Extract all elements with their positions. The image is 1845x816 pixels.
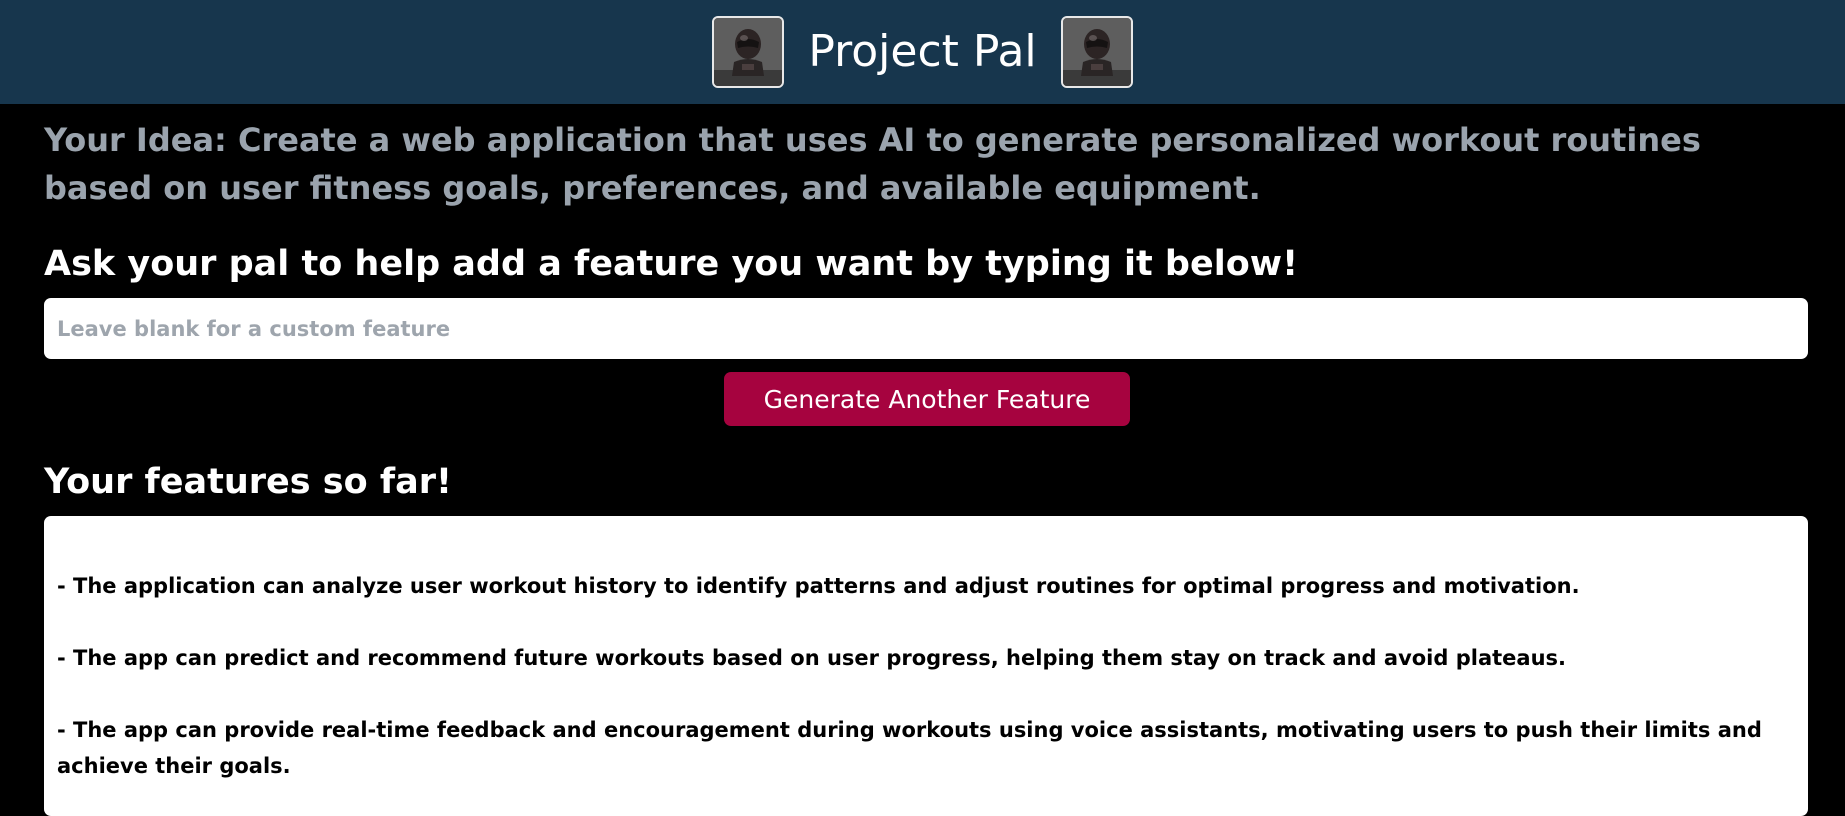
header-title-group: Project Pal bbox=[712, 16, 1133, 88]
feature-item: - The application can analyze user worko… bbox=[57, 574, 1580, 598]
features-list: - The application can analyze user worko… bbox=[44, 516, 1808, 816]
feature-item: - The app can predict and recommend futu… bbox=[57, 646, 1567, 670]
feature-item: - The app can provide real-time feedback… bbox=[57, 718, 1762, 778]
app-title: Project Pal bbox=[808, 26, 1037, 77]
features-heading: Your features so far! bbox=[44, 462, 452, 502]
generate-feature-button[interactable]: Generate Another Feature bbox=[724, 372, 1130, 426]
robot-avatar-icon bbox=[1060, 16, 1133, 88]
idea-description: Your Idea: Create a web application that… bbox=[44, 121, 1701, 207]
robot-avatar-icon bbox=[712, 16, 785, 88]
header-bar: Project Pal bbox=[0, 0, 1845, 104]
ask-heading: Ask your pal to help add a feature you w… bbox=[44, 244, 1299, 284]
feature-input[interactable] bbox=[44, 298, 1808, 359]
